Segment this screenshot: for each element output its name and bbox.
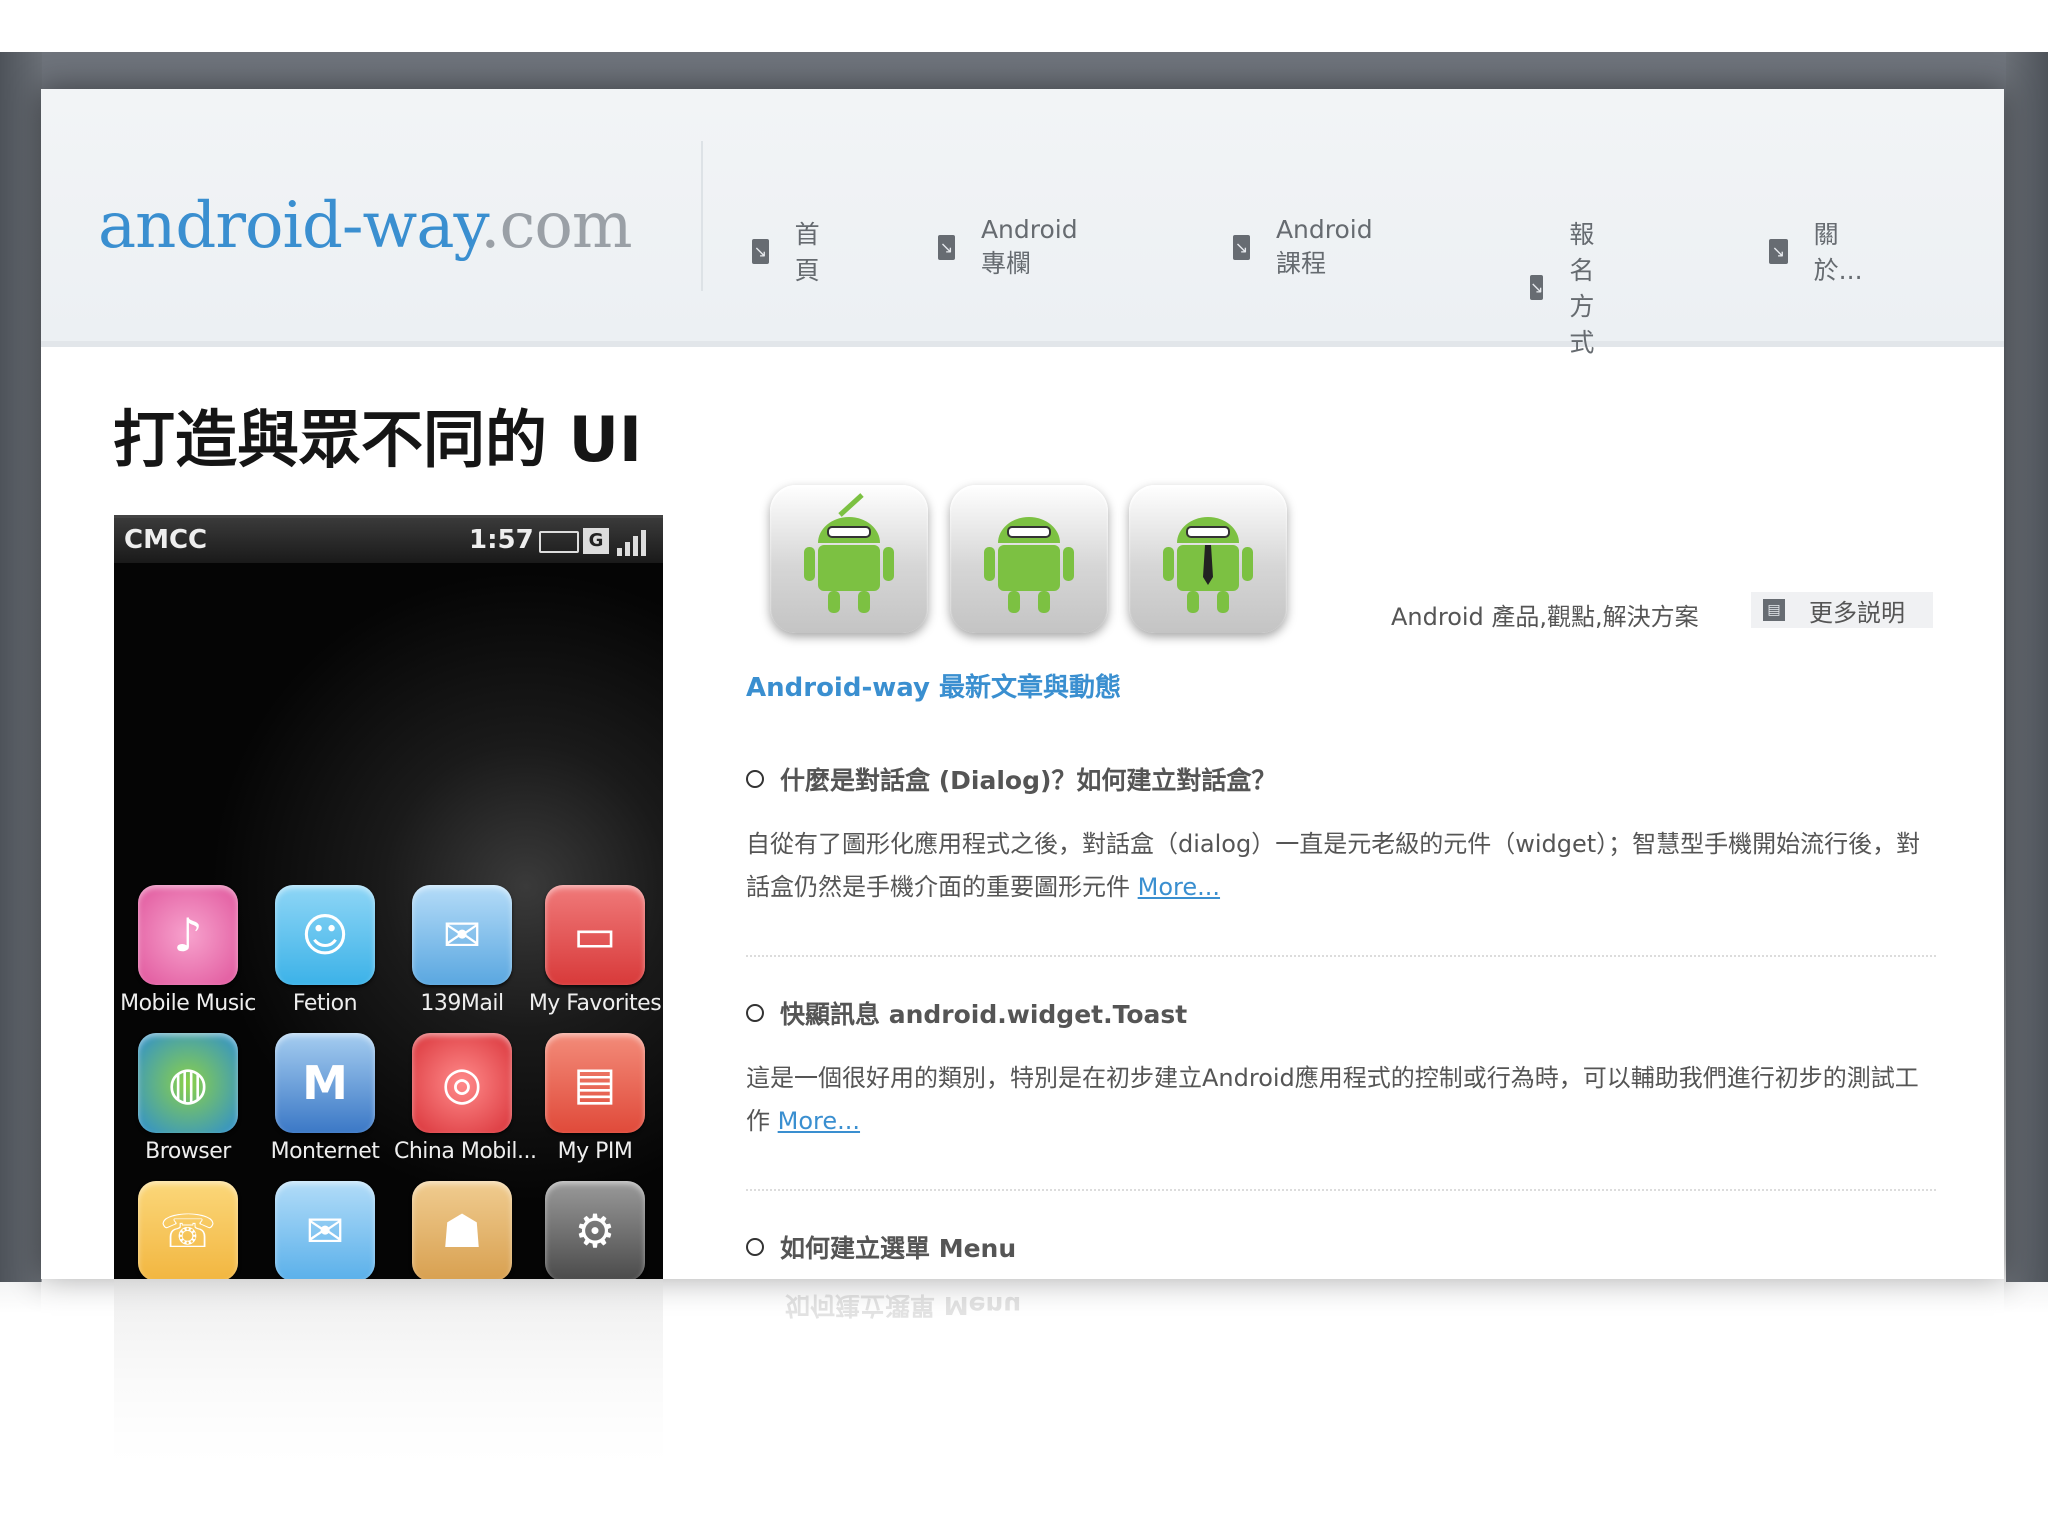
nav-arrow-icon: ↘ (1769, 238, 1788, 264)
more-link[interactable]: More... (1138, 873, 1220, 901)
network-type-icon: G (583, 528, 609, 554)
site-tagline: Android 產品,觀點,解決方案 (1391, 603, 1699, 631)
email-icon: ✉ (275, 1181, 375, 1279)
android-robot-icon (804, 493, 894, 613)
android-robot-icon (984, 517, 1074, 613)
website-page: android-way.com ↘ 首頁 ↘ Android 專欄 ↘ Android… (41, 89, 2004, 1279)
app-fetion[interactable]: ☺ Fetion (257, 885, 393, 1016)
article-title-text: 快顯訊息 android.widget.Toast (780, 1000, 1188, 1029)
nav-item-about[interactable]: ↘ 關於... (1769, 215, 1869, 287)
app-china-mobile[interactable]: ◎ China Mobil... (394, 1033, 537, 1164)
nav-item-courses[interactable]: ↘ Android 課程 (1233, 215, 1381, 280)
nav-item-registration[interactable]: ↘ 報名方式 (1530, 215, 1606, 359)
monternet-icon: M (275, 1033, 375, 1133)
app-settings[interactable]: ⚙ (527, 1181, 663, 1279)
chat-icon: ☺ (275, 885, 375, 985)
nav-item-label: Android 專欄 (980, 215, 1078, 278)
article-title[interactable]: 什麼是對話盒 (Dialog)？如何建立對話盒？ (746, 761, 1936, 797)
app-label: Monternet (270, 1139, 380, 1164)
nav-arrow-icon: ↘ (1530, 274, 1544, 300)
globe-icon: ◍ (138, 1033, 238, 1133)
nav-item-column[interactable]: ↘ Android 專欄 (938, 215, 1086, 280)
article-title-text: 如何建立選單 Menu (780, 1234, 1017, 1263)
app-label: China Mobil... (394, 1139, 537, 1164)
backdrop-shadow-right (2006, 52, 2048, 1282)
phone-screenshot: CMCC 1:57 G ♪ Mobile Music ☺ Fetion ✉ 13… (114, 515, 663, 1279)
nav-item-home[interactable]: ↘ 首頁 (752, 215, 828, 287)
app-label: My PIM (557, 1139, 633, 1164)
site-logo[interactable]: android-way.com (98, 189, 633, 263)
android-badge-tie (1129, 485, 1287, 633)
nav-item-label: 關於... (1813, 220, 1863, 285)
app-phone[interactable]: ☏ (120, 1181, 256, 1279)
app-monternet[interactable]: M Monternet (257, 1033, 393, 1164)
logo-tld-text: .com (480, 189, 632, 263)
app-mobile-music[interactable]: ♪ Mobile Music (120, 885, 256, 1016)
app-label: Mobile Music (120, 991, 256, 1016)
site-header: android-way.com ↘ 首頁 ↘ Android 專欄 ↘ Android… (41, 89, 2004, 357)
app-browser[interactable]: ◍ Browser (120, 1033, 256, 1164)
article-body: 自從有了圖形化應用程式之後，對話盒（dialog）一直是元老級的元件（widge… (746, 823, 1936, 909)
article-item: 如何建立選單 Menu (746, 1229, 1936, 1265)
nav-item-label: Android 課程 (1275, 215, 1373, 278)
nav-item-label: 報名方式 (1569, 220, 1595, 357)
clock-icon (746, 1238, 764, 1256)
nav-item-label: 首頁 (794, 220, 820, 285)
android-badge-leaf (770, 485, 928, 633)
reflection-fade (41, 1279, 2004, 1536)
logo-main-text: android-way (98, 189, 481, 263)
article-title[interactable]: 如何建立選單 Menu (746, 1229, 1936, 1265)
more-info-label: 更多説明 (1809, 598, 1905, 627)
carrier-label: CMCC (124, 525, 208, 555)
music-icon: ♪ (138, 885, 238, 985)
more-link[interactable]: More... (778, 1107, 860, 1135)
article-body-text: 這是一個很好用的類別，特別是在初步建立Android應用程式的控制或行為時，可以… (746, 1064, 1919, 1135)
page-reflection: 如何建立選單 Menu (41, 1279, 2004, 1536)
app-my-favorites[interactable]: ▭ My Favorites (527, 885, 663, 1016)
app-label: Fetion (292, 991, 358, 1016)
contacts-icon: ☗ (412, 1181, 512, 1279)
android-badge-glasses (950, 485, 1108, 633)
nav-arrow-icon: ↘ (938, 235, 955, 260)
phone-icon: ☏ (138, 1181, 238, 1279)
signal-strength-icon (617, 528, 647, 556)
clock-icon (746, 770, 764, 788)
page-headline: 打造與眾不同的 UI (113, 403, 642, 476)
more-info-button[interactable]: ▤ 更多説明 (1751, 592, 1933, 628)
article-body: 這是一個很好用的類別，特別是在初步建立Android應用程式的控制或行為時，可以… (746, 1057, 1936, 1143)
app-email[interactable]: ✉ (257, 1181, 393, 1279)
article-title-text: 什麼是對話盒 (Dialog)？如何建立對話盒？ (780, 766, 1277, 795)
phone-status-bar: CMCC 1:57 G (114, 518, 663, 563)
app-contacts[interactable]: ☗ (394, 1181, 530, 1279)
article-body-text: 自從有了圖形化應用程式之後，對話盒（dialog）一直是元老級的元件（widge… (746, 830, 1921, 901)
pim-icon: ▤ (545, 1033, 645, 1133)
bookmark-icon: ▭ (545, 885, 645, 985)
article-title[interactable]: 快顯訊息 android.widget.Toast (746, 995, 1936, 1031)
phone-clock: 1:57 (469, 525, 534, 555)
app-my-pim[interactable]: ▤ My PIM (527, 1033, 663, 1164)
battery-icon (539, 531, 579, 553)
android-robot-icon (1163, 517, 1253, 613)
app-label: Browser (145, 1139, 231, 1164)
clock-icon (746, 1004, 764, 1022)
header-divider (701, 141, 703, 291)
nav-arrow-icon: ↘ (752, 238, 769, 264)
settings-gear-icon: ⚙ (545, 1181, 645, 1279)
article-item: 什麼是對話盒 (Dialog)？如何建立對話盒？ 自從有了圖形化應用程式之後，對… (746, 761, 1936, 909)
article-item: 快顯訊息 android.widget.Toast 這是一個很好用的類別，特別是… (746, 995, 1936, 1143)
phone-home-screen: ♪ Mobile Music ☺ Fetion ✉ 139Mail ▭ My F… (114, 563, 663, 1279)
app-label: My Favorites (528, 991, 662, 1016)
app-139mail[interactable]: ✉ 139Mail (394, 885, 530, 1016)
article-separator (746, 955, 1936, 957)
app-label: 139Mail (420, 991, 504, 1016)
article-separator (746, 1189, 1936, 1191)
nav-arrow-icon: ↘ (1233, 235, 1250, 260)
backdrop-shadow-left (0, 52, 42, 1282)
document-icon: ▤ (1763, 599, 1785, 621)
news-heading: Android-way 最新文章與動態 (746, 673, 1122, 703)
mail-envelope-icon: ✉ (412, 885, 512, 985)
china-mobile-icon: ◎ (412, 1033, 512, 1133)
